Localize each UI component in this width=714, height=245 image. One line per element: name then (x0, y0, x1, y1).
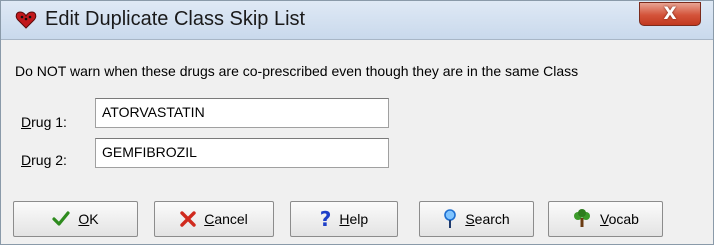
checkmark-icon (52, 211, 70, 227)
cancel-button[interactable]: Cancel (154, 201, 274, 237)
search-button[interactable]: Search (419, 201, 534, 237)
drug1-field[interactable]: ATORVASTATIN (95, 98, 389, 128)
tree-icon (572, 209, 592, 229)
drug2-field[interactable]: GEMFIBROZIL (95, 138, 389, 168)
search-label: Search (465, 211, 510, 227)
close-button[interactable]: X (639, 2, 701, 26)
ok-button[interactable]: OK (13, 201, 138, 237)
drug1-label: Drug 1: (21, 114, 67, 130)
instruction-text: Do NOT warn when these drugs are co-pres… (15, 63, 579, 79)
help-button[interactable]: ? Help (290, 201, 398, 237)
heart-icon (15, 11, 37, 29)
vocab-label: Vocab (600, 211, 639, 227)
title-bar[interactable]: Edit Duplicate Class Skip List X (1, 1, 713, 40)
close-icon: X (663, 4, 677, 24)
x-icon (180, 211, 196, 227)
help-label: Help (339, 211, 369, 227)
drug2-label: Drug 2: (21, 152, 67, 168)
pin-icon (443, 209, 457, 229)
vocab-button[interactable]: Vocab (548, 201, 663, 237)
ok-label: OK (78, 211, 99, 227)
cancel-label: Cancel (204, 211, 248, 227)
question-icon: ? (319, 207, 332, 231)
dialog-window: Edit Duplicate Class Skip List X Do NOT … (0, 0, 714, 245)
window-title: Edit Duplicate Class Skip List (45, 8, 306, 30)
